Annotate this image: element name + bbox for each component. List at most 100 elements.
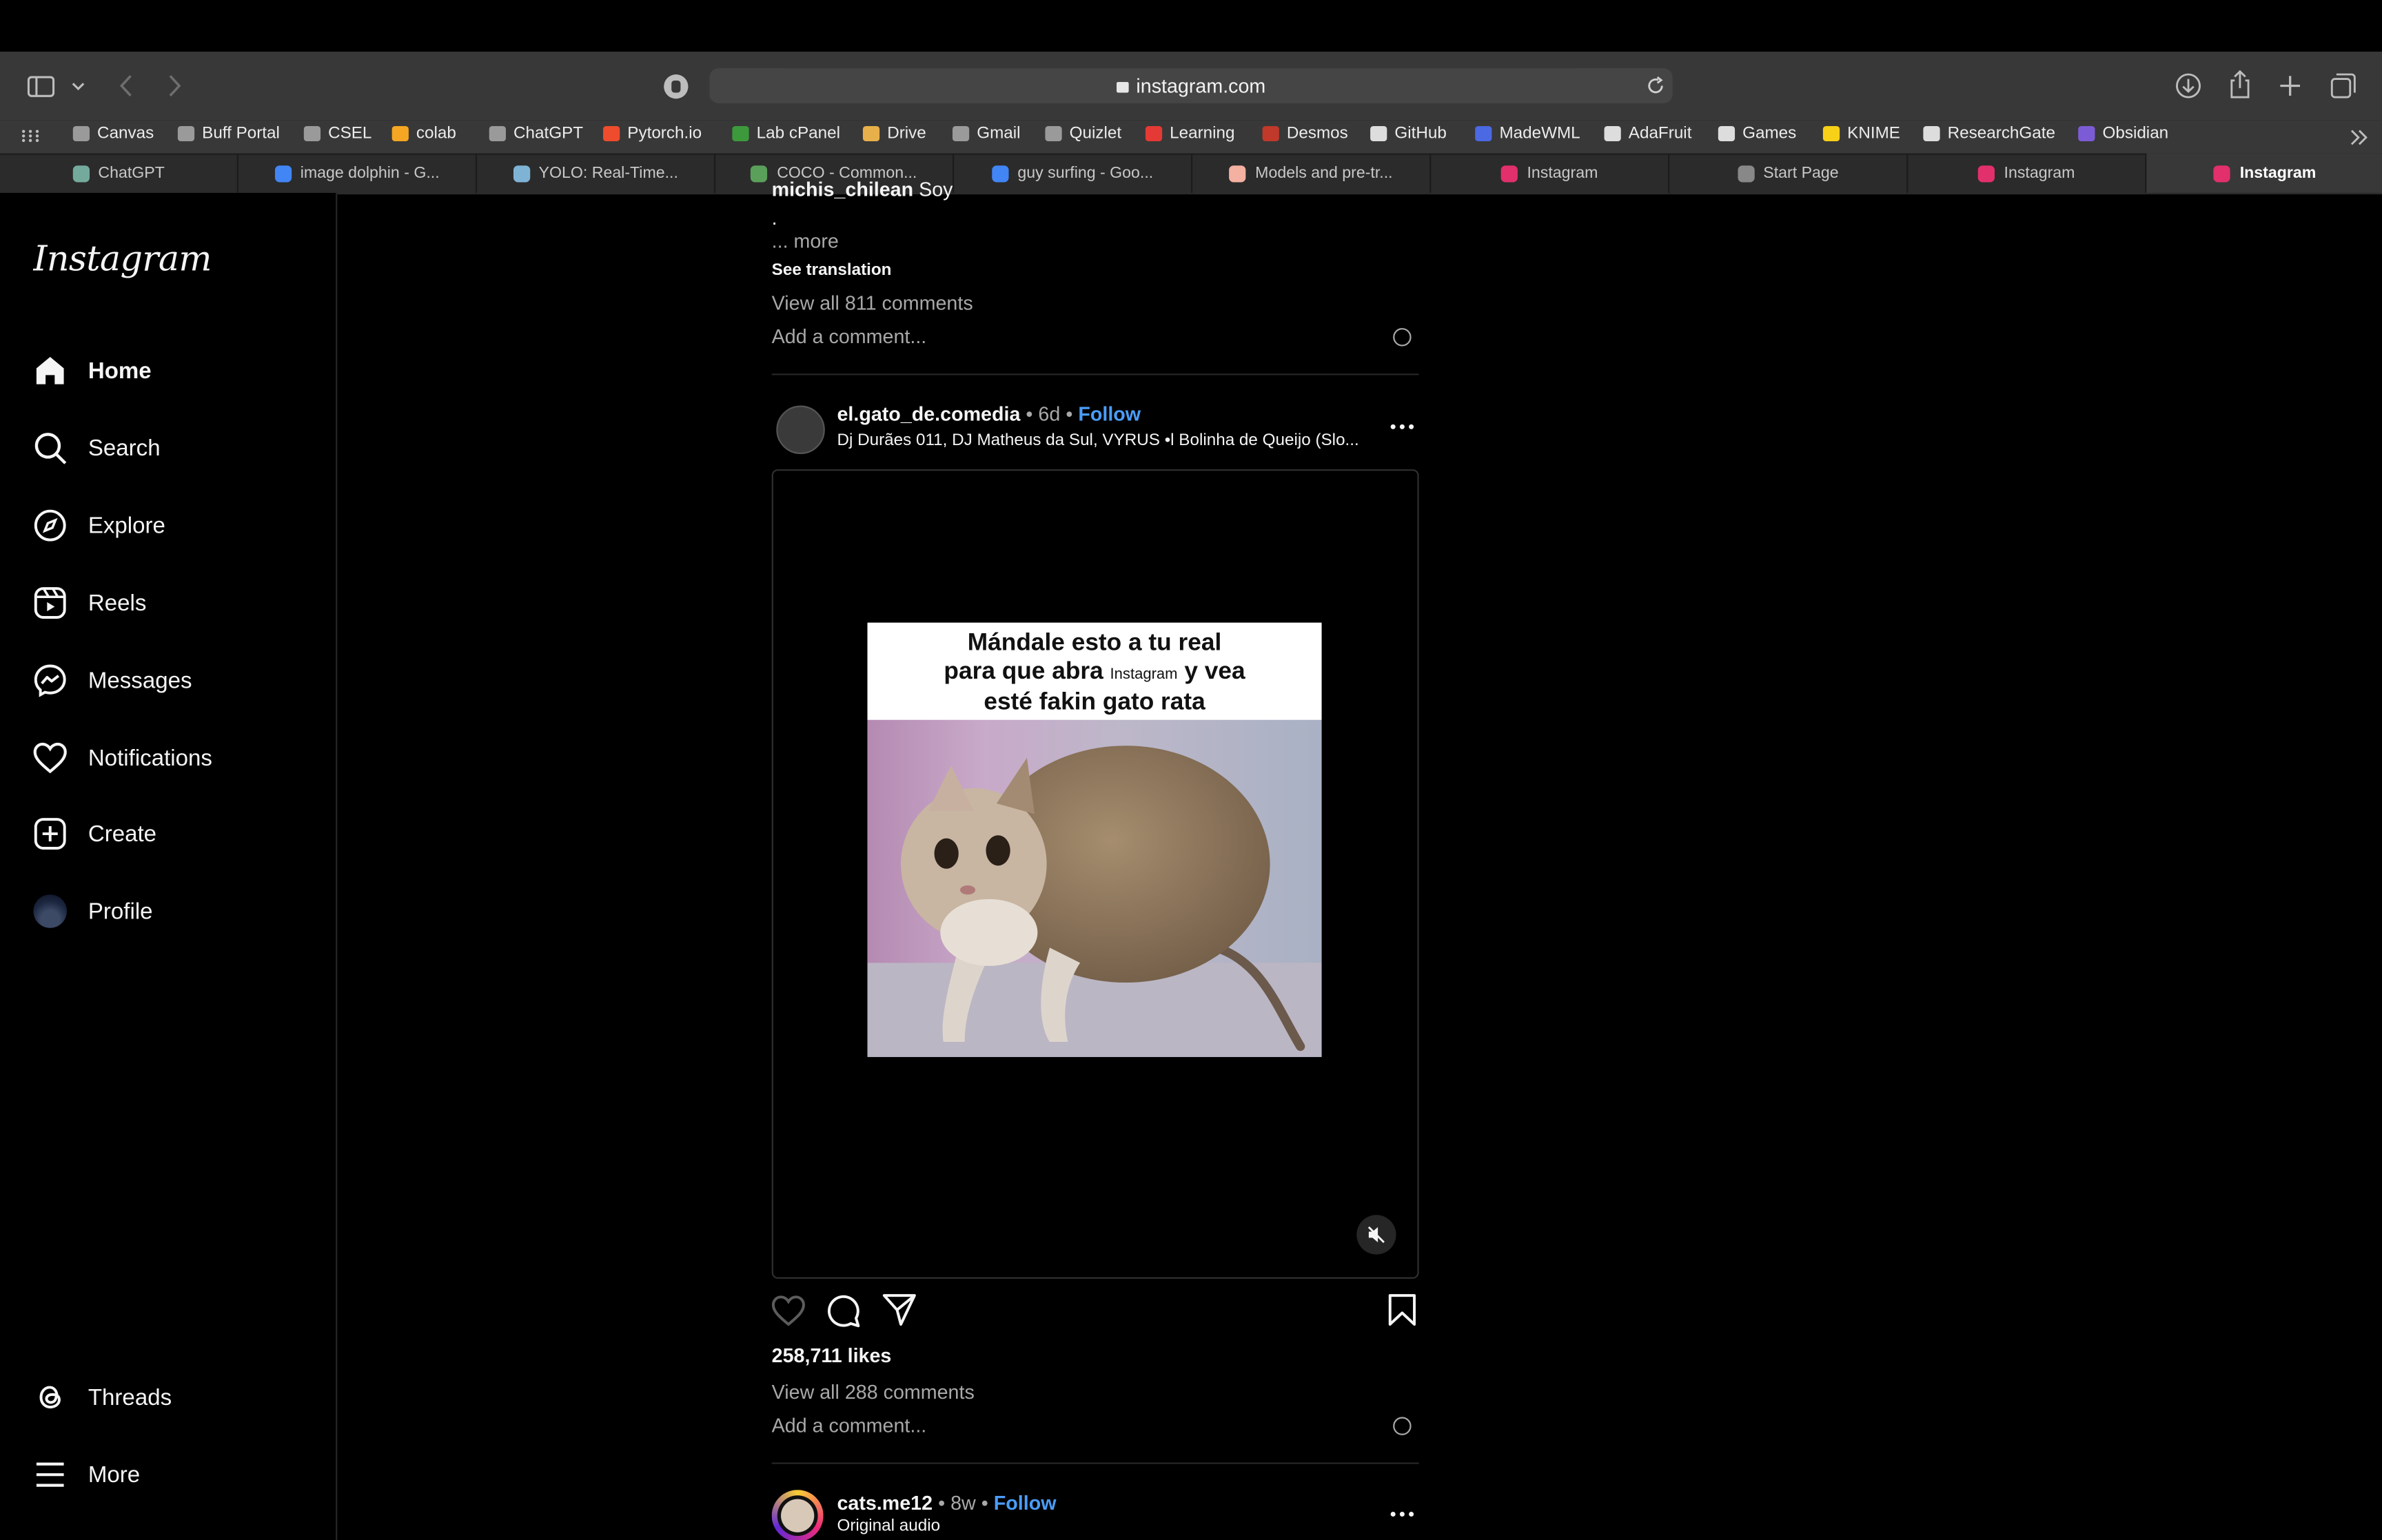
bookmark-icon xyxy=(1145,125,1163,141)
bookmark-desmos[interactable]: Desmos xyxy=(1262,123,1348,145)
bookmark-drive[interactable]: Drive xyxy=(862,123,926,145)
avatar xyxy=(33,894,67,928)
lock-icon xyxy=(1116,82,1129,93)
more-options-icon[interactable] xyxy=(1390,424,1414,430)
nav-profile[interactable]: Profile xyxy=(33,892,153,931)
more-options-icon[interactable] xyxy=(1390,1511,1414,1517)
bookmark-lab-cpanel[interactable]: Lab cPanel xyxy=(732,123,840,145)
bookmark-gmail[interactable]: Gmail xyxy=(952,123,1021,145)
nav-notifications[interactable]: Notifications xyxy=(33,738,212,777)
next-post-audio[interactable]: Original audio xyxy=(837,1517,940,1535)
bookmark-buff-portal[interactable]: Buff Portal xyxy=(177,123,280,145)
bookmark-obsidian[interactable]: Obsidian xyxy=(2078,123,2168,145)
bookmark-madewml[interactable]: MadeWML xyxy=(1475,123,1580,145)
favicon-icon xyxy=(2214,165,2231,182)
bookmark-icon xyxy=(1822,125,1840,141)
address-bar[interactable]: instagram.com xyxy=(709,68,1673,103)
tab-guy-surfing-goo[interactable]: guy surfing - Goo... xyxy=(954,153,1193,193)
reload-icon[interactable] xyxy=(1647,76,1665,96)
post-audio-info[interactable]: Dj Durães 011, DJ Matheus da Sul, VYRUS … xyxy=(837,431,1358,449)
next-post-avatar[interactable] xyxy=(771,1490,824,1540)
next-post-header: cats.me12 • 8w • Follow xyxy=(837,1491,1056,1514)
view-comments-link[interactable]: View all 288 comments xyxy=(772,1381,1419,1404)
emoji-icon[interactable] xyxy=(1393,1417,1412,1435)
post-avatar[interactable] xyxy=(776,405,825,455)
sidebar-toggle-icon[interactable] xyxy=(27,76,55,97)
bookmark-icon xyxy=(2078,125,2095,141)
tab-instagram[interactable]: Instagram xyxy=(1431,153,1670,193)
nav-threads[interactable]: Threads xyxy=(33,1377,172,1417)
nav-search[interactable]: Search xyxy=(33,429,161,468)
nav-home[interactable]: Home xyxy=(33,351,152,390)
separator-dot: • xyxy=(1066,402,1073,426)
forward-icon[interactable] xyxy=(167,74,182,97)
tab-start-page[interactable]: Start Page xyxy=(1669,153,1908,193)
instagram-logo[interactable]: Instagram xyxy=(33,240,212,279)
bookmark-icon xyxy=(1604,125,1621,141)
nav-explore[interactable]: Explore xyxy=(33,506,165,545)
mute-toggle-button[interactable] xyxy=(1356,1215,1396,1255)
bookmark-chatgpt[interactable]: ChatGPT xyxy=(489,123,583,145)
apps-grid-icon[interactable] xyxy=(21,129,39,143)
nav-reels[interactable]: Reels xyxy=(33,583,146,622)
tab-models-and-pre-tr[interactable]: Models and pre-tr... xyxy=(1192,153,1432,193)
prev-post-view-comments[interactable]: View all 811 comments xyxy=(772,291,1419,314)
new-tab-icon[interactable] xyxy=(2279,74,2301,97)
prev-post-add-comment[interactable]: Add a comment... xyxy=(772,325,1419,348)
tab-instagram[interactable]: Instagram xyxy=(1908,153,2147,193)
share-icon[interactable] xyxy=(2228,70,2251,99)
post-divider xyxy=(771,373,1419,376)
downloads-icon[interactable] xyxy=(2175,73,2201,99)
bookmark-github[interactable]: GitHub xyxy=(1370,123,1447,145)
emoji-icon[interactable] xyxy=(1393,328,1412,347)
bookmark-icon xyxy=(1718,125,1735,141)
follow-button[interactable]: Follow xyxy=(1078,402,1141,425)
next-post-age[interactable]: 8w xyxy=(950,1491,976,1514)
tab-coco-common[interactable]: COCO - Common... xyxy=(715,153,955,193)
tab-instagram[interactable]: Instagram xyxy=(2146,153,2382,193)
nav-create[interactable]: Create xyxy=(33,814,156,853)
share-post-icon[interactable] xyxy=(882,1294,916,1326)
prev-post-see-translation[interactable]: See translation xyxy=(772,261,1419,279)
bookmark-colab[interactable]: colab xyxy=(391,123,456,145)
bookmark-adafruit[interactable]: AdaFruit xyxy=(1604,123,1691,145)
bookmark-csel[interactable]: CSEL xyxy=(303,123,371,145)
bookmark-games[interactable]: Games xyxy=(1718,123,1796,145)
save-icon[interactable] xyxy=(1388,1294,1416,1326)
comment-icon[interactable] xyxy=(826,1294,860,1328)
nav-more[interactable]: More xyxy=(33,1455,140,1495)
bookmark-canvas[interactable]: Canvas xyxy=(72,123,154,145)
cat-rat-illustration xyxy=(867,746,1322,1058)
back-icon[interactable] xyxy=(119,74,134,97)
bookmark-quizlet[interactable]: Quizlet xyxy=(1045,123,1121,145)
next-follow-button[interactable]: Follow xyxy=(994,1491,1057,1514)
privacy-shield-icon[interactable] xyxy=(662,73,690,101)
tab-overview-icon[interactable] xyxy=(2330,73,2356,99)
post-divider xyxy=(771,1462,1419,1464)
separator-dot: • xyxy=(1026,402,1033,426)
reels-icon xyxy=(33,586,66,619)
tab-chatgpt[interactable]: ChatGPT xyxy=(0,153,239,193)
likes-count[interactable]: 258,711 likes xyxy=(772,1344,1419,1367)
browser-toolbar: instagram.com xyxy=(0,51,2382,121)
post-age[interactable]: 6d xyxy=(1038,402,1060,425)
bookmarks-overflow-icon[interactable] xyxy=(2350,129,2368,145)
favicon-icon xyxy=(751,165,768,182)
bookmark-knime[interactable]: KNIME xyxy=(1822,123,1900,145)
tab-yolo-real-time[interactable]: YOLO: Real-Time... xyxy=(477,153,716,193)
bookmark-icon xyxy=(1370,125,1387,141)
bookmark-pytorch-io[interactable]: Pytorch.io xyxy=(603,123,702,145)
post-username[interactable]: el.gato_de.comedia xyxy=(837,402,1020,425)
next-post-username[interactable]: cats.me12 xyxy=(837,1491,933,1514)
nav-messages[interactable]: Messages xyxy=(33,661,192,700)
prev-post-caption-dot: . xyxy=(771,206,777,229)
like-icon[interactable] xyxy=(771,1295,805,1326)
chevron-down-icon[interactable] xyxy=(72,82,85,91)
bookmark-icon xyxy=(1923,125,1940,141)
prev-post-more-link[interactable]: ... more xyxy=(772,229,1419,252)
bookmark-researchgate[interactable]: ResearchGate xyxy=(1923,123,2055,145)
tab-image-dolphin-g[interactable]: image dolphin - G... xyxy=(238,153,478,193)
separator-dot: • xyxy=(981,1491,988,1515)
add-comment-input[interactable]: Add a comment... xyxy=(772,1414,1419,1437)
bookmark-learning[interactable]: Learning xyxy=(1145,123,1235,145)
